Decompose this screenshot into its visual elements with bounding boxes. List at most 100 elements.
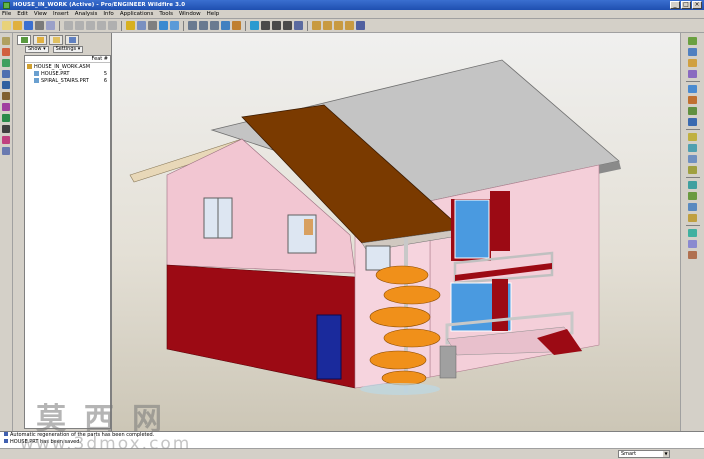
globe-tool-icon[interactable] (2, 114, 10, 122)
select-icon[interactable] (148, 21, 157, 30)
chamfer-tool-icon[interactable] (688, 144, 697, 152)
shading-icon[interactable] (294, 21, 303, 30)
coordinate-tool-icon[interactable] (2, 70, 10, 78)
tree-node-label: HOUSE.PRT (41, 70, 70, 77)
favorites-tab[interactable] (49, 35, 63, 45)
revolve-tool-icon[interactable] (688, 48, 697, 56)
zoom-out-icon[interactable] (199, 21, 208, 30)
sketch-tool-icon[interactable] (2, 92, 10, 100)
menu-edit[interactable]: Edit (17, 11, 28, 17)
zoom-in-icon[interactable] (188, 21, 197, 30)
round-tool-icon[interactable] (688, 133, 697, 141)
draft-tool-icon[interactable] (688, 118, 697, 126)
paste-icon[interactable] (108, 21, 117, 30)
folder-browser-tab[interactable] (33, 35, 47, 45)
tree-options: Show ▾ Settings ▾ (13, 45, 111, 54)
wireframe-icon[interactable] (261, 21, 270, 30)
analysis-tool-icon[interactable] (2, 136, 10, 144)
point-tool-icon[interactable] (2, 59, 10, 67)
email-icon[interactable] (46, 21, 55, 30)
selection-filter[interactable]: Smart ▼ (618, 450, 670, 458)
settings-dropdown[interactable]: Settings ▾ (52, 46, 84, 53)
merge-tool-icon[interactable] (688, 166, 697, 174)
save-icon[interactable] (24, 21, 33, 30)
model-tree-tab[interactable] (17, 35, 31, 45)
sweep-tool-icon[interactable] (688, 59, 697, 67)
saved-views-icon[interactable] (221, 21, 230, 30)
axis-tool-icon[interactable] (2, 48, 10, 56)
tree-node-feat: 6 (103, 77, 107, 84)
shell-tool-icon[interactable] (688, 96, 697, 104)
coordinate-systems-icon[interactable] (345, 21, 354, 30)
connections-icon (68, 37, 76, 43)
component-tool-icon[interactable] (688, 192, 697, 200)
menu-help[interactable]: Help (207, 11, 220, 17)
rib-tool-icon[interactable] (688, 107, 697, 115)
tree-node-assembly[interactable]: HOUSE_IN_WORK.ASM (25, 63, 110, 70)
extrude-tool-icon[interactable] (688, 37, 697, 45)
appearance-icon[interactable] (250, 21, 259, 30)
info-icon (4, 432, 8, 436)
connections-tab[interactable] (65, 35, 79, 45)
graphics-window[interactable] (112, 33, 680, 431)
menu-analysis[interactable]: Analysis (75, 11, 98, 17)
tree-node-stairs-part[interactable]: SPIRAL_STAIRS.PRT 6 (25, 77, 110, 84)
pattern-tool-icon[interactable] (688, 155, 697, 163)
datum-points-icon[interactable] (334, 21, 343, 30)
hidden-line-icon[interactable] (272, 21, 281, 30)
menu-view[interactable]: View (34, 11, 47, 17)
tree-node-feat: 5 (103, 70, 107, 77)
proe-window: HOUSE_IN_WORK (Active) - Pro/ENGINEER Wi… (0, 0, 704, 459)
menu-info[interactable]: Info (103, 11, 113, 17)
find-icon[interactable] (137, 21, 146, 30)
part-icon (34, 71, 39, 76)
undo-icon[interactable] (64, 21, 73, 30)
front-door (316, 314, 342, 380)
assemble-tool-icon[interactable] (688, 203, 697, 211)
water-tank (439, 345, 457, 379)
curve-tool-icon[interactable] (2, 103, 10, 111)
refit-icon[interactable] (210, 21, 219, 30)
trim-tool-icon[interactable] (688, 181, 697, 189)
new-file-icon[interactable] (2, 21, 11, 30)
explode-tool-icon[interactable] (688, 240, 697, 248)
show-dropdown[interactable]: Show ▾ (25, 46, 49, 53)
blend-tool-icon[interactable] (688, 70, 697, 78)
no-hidden-icon[interactable] (283, 21, 292, 30)
toolbar-separator (685, 81, 700, 82)
orient-icon[interactable] (170, 21, 179, 30)
datum-axes-icon[interactable] (323, 21, 332, 30)
tree-node-label: HOUSE_IN_WORK.ASM (34, 63, 91, 70)
menu-applications[interactable]: Applications (120, 11, 154, 17)
tree-node-house-part[interactable]: HOUSE.PRT 5 (25, 70, 110, 77)
left-toolbar (0, 33, 13, 431)
hole-tool-icon[interactable] (688, 85, 697, 93)
open-file-icon[interactable] (13, 21, 22, 30)
annotation-tool-icon[interactable] (2, 147, 10, 155)
context-help-icon[interactable] (356, 21, 365, 30)
menu-tools[interactable]: Tools (159, 11, 173, 17)
layers-icon[interactable] (232, 21, 241, 30)
copy-icon[interactable] (97, 21, 106, 30)
favorites-icon (52, 37, 60, 43)
package-tool-icon[interactable] (688, 214, 697, 222)
mirror-tool-icon[interactable] (2, 125, 10, 133)
menu-insert[interactable]: Insert (53, 11, 69, 17)
view-manager-icon[interactable] (688, 251, 697, 259)
print-icon[interactable] (35, 21, 44, 30)
repaint-icon[interactable] (159, 21, 168, 30)
menu-file[interactable]: File (2, 11, 11, 17)
maximize-button[interactable]: □ (681, 1, 691, 9)
datum-planes-icon[interactable] (312, 21, 321, 30)
redo-icon[interactable] (75, 21, 84, 30)
feat-number-header[interactable]: Feat # (92, 56, 108, 62)
close-button[interactable]: × (692, 1, 702, 9)
part-icon (34, 78, 39, 83)
datum-plane-tool-icon[interactable] (2, 37, 10, 45)
regenerate-icon[interactable] (126, 21, 135, 30)
csys-tool-icon[interactable] (2, 81, 10, 89)
mechanism-tool-icon[interactable] (688, 229, 697, 237)
minimize-button[interactable]: _ (670, 1, 680, 9)
cut-icon[interactable] (86, 21, 95, 30)
menu-window[interactable]: Window (179, 11, 201, 17)
